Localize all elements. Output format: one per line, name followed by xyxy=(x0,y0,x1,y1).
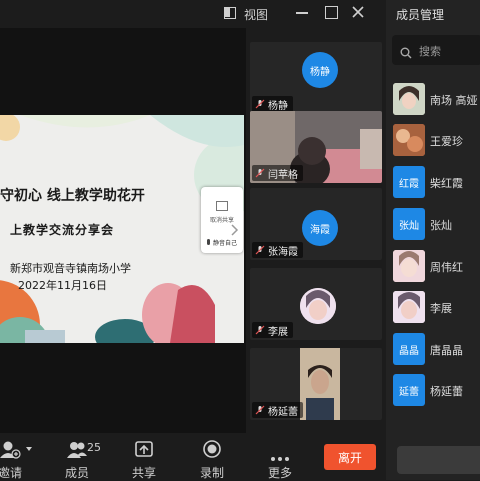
video-tile[interactable]: 闫苹格 xyxy=(250,111,382,183)
slide-date: 2022年11月16日 xyxy=(18,279,107,292)
share-label: 共享 xyxy=(131,466,156,480)
muted-mic-icon xyxy=(255,168,265,178)
invite-icon xyxy=(0,440,22,460)
muted-mic-icon xyxy=(255,245,265,255)
member-name: 杨延蕾 xyxy=(430,385,463,398)
share-control-card[interactable]: 取消共享 静音自己 xyxy=(201,187,243,253)
muted-mic-icon xyxy=(255,99,265,109)
member-item[interactable]: 李展 xyxy=(393,291,480,323)
video-tile[interactable]: 杨静 杨静 xyxy=(250,42,382,114)
share-screen-icon xyxy=(135,441,153,457)
search-input[interactable]: 搜索 xyxy=(392,35,480,65)
more-icon xyxy=(270,446,290,461)
invite-label: 邀请 xyxy=(0,466,22,480)
mute-self-icon[interactable] xyxy=(207,239,210,245)
mute-self-label[interactable]: 静音自己 xyxy=(213,238,237,247)
camera-feed xyxy=(300,348,340,420)
view-icon[interactable] xyxy=(224,7,236,19)
member-avatar: 延蕾 xyxy=(393,374,425,406)
participant-name-tag: 李展 xyxy=(252,322,293,338)
panel-action-bar[interactable] xyxy=(397,446,480,474)
participant-avatar: 杨静 xyxy=(302,52,338,88)
search-placeholder: 搜索 xyxy=(419,45,441,58)
participant-name: 闫苹格 xyxy=(268,169,298,181)
member-name: 南场 高娅 xyxy=(430,94,478,107)
collapse-chevron-icon[interactable] xyxy=(229,222,239,236)
stop-share-icon[interactable] xyxy=(216,201,228,211)
member-avatar xyxy=(393,250,425,282)
member-item[interactable]: 南场 高娅 xyxy=(393,83,480,115)
participant-photo-avatar xyxy=(300,288,336,324)
member-name: 周伟红 xyxy=(430,261,463,274)
participant-name: 张海霞 xyxy=(268,246,298,258)
participant-name: 杨静 xyxy=(268,100,288,112)
member-item[interactable]: 张灿 张灿 xyxy=(393,208,480,240)
record-icon xyxy=(203,440,221,458)
video-tile[interactable]: 杨延蕾 xyxy=(250,348,382,420)
member-avatar xyxy=(393,291,425,323)
slide-school: 新郑市观音寺镇南场小学 xyxy=(10,262,131,275)
scroll-up-icon[interactable] xyxy=(310,34,322,49)
member-item[interactable]: 王爱珍 xyxy=(393,124,480,156)
participant-name-tag: 杨延蕾 xyxy=(252,402,303,418)
maximize-icon[interactable] xyxy=(325,6,338,19)
member-name: 张灿 xyxy=(430,219,452,232)
more-label: 更多 xyxy=(267,466,292,480)
member-name: 柴红霞 xyxy=(430,177,463,190)
member-name: 唐晶晶 xyxy=(430,344,463,357)
leave-button[interactable]: 离开 xyxy=(324,444,376,470)
search-icon xyxy=(400,44,412,59)
member-name: 李展 xyxy=(430,302,452,315)
members-icon xyxy=(67,440,87,460)
video-tile[interactable]: 李展 xyxy=(250,268,382,340)
close-icon[interactable] xyxy=(351,4,365,18)
muted-mic-icon xyxy=(255,405,265,415)
participant-name: 李展 xyxy=(268,326,288,338)
participant-name-tag: 张海霞 xyxy=(252,242,303,258)
member-panel xyxy=(386,0,480,480)
record-label: 录制 xyxy=(199,466,224,480)
member-avatar xyxy=(393,83,425,115)
member-count: 25 xyxy=(87,441,101,454)
slide-subtitle: 上教学交流分享会 xyxy=(10,223,115,237)
member-name: 王爱珍 xyxy=(430,135,463,148)
view-label[interactable]: 视图 xyxy=(244,6,268,23)
member-avatar xyxy=(393,124,425,156)
member-avatar: 红霞 xyxy=(393,166,425,198)
participant-name-tag: 闫苹格 xyxy=(252,165,303,181)
member-item[interactable]: 晶晶 唐晶晶 xyxy=(393,333,480,365)
member-avatar: 晶晶 xyxy=(393,333,425,365)
video-strip: 杨静 杨静 闫苹格 海霞 张海霞 李展 杨延蕾 xyxy=(246,28,386,433)
invite-dropdown-icon[interactable] xyxy=(26,447,32,451)
muted-mic-icon xyxy=(255,325,265,335)
participant-name-tag: 杨静 xyxy=(252,96,293,112)
minimize-icon[interactable] xyxy=(296,12,308,14)
member-item[interactable]: 延蕾 杨延蕾 xyxy=(393,374,480,406)
participant-name: 杨延蕾 xyxy=(268,406,298,418)
participant-avatar: 海霞 xyxy=(302,210,338,246)
member-item[interactable]: 红霞 柴红霞 xyxy=(393,166,480,198)
panel-title: 成员管理 xyxy=(396,8,445,22)
members-label: 成员 xyxy=(64,466,89,480)
member-item[interactable]: 周伟红 xyxy=(393,250,480,282)
video-tile[interactable]: 海霞 张海霞 xyxy=(250,188,382,260)
member-avatar: 张灿 xyxy=(393,208,425,240)
